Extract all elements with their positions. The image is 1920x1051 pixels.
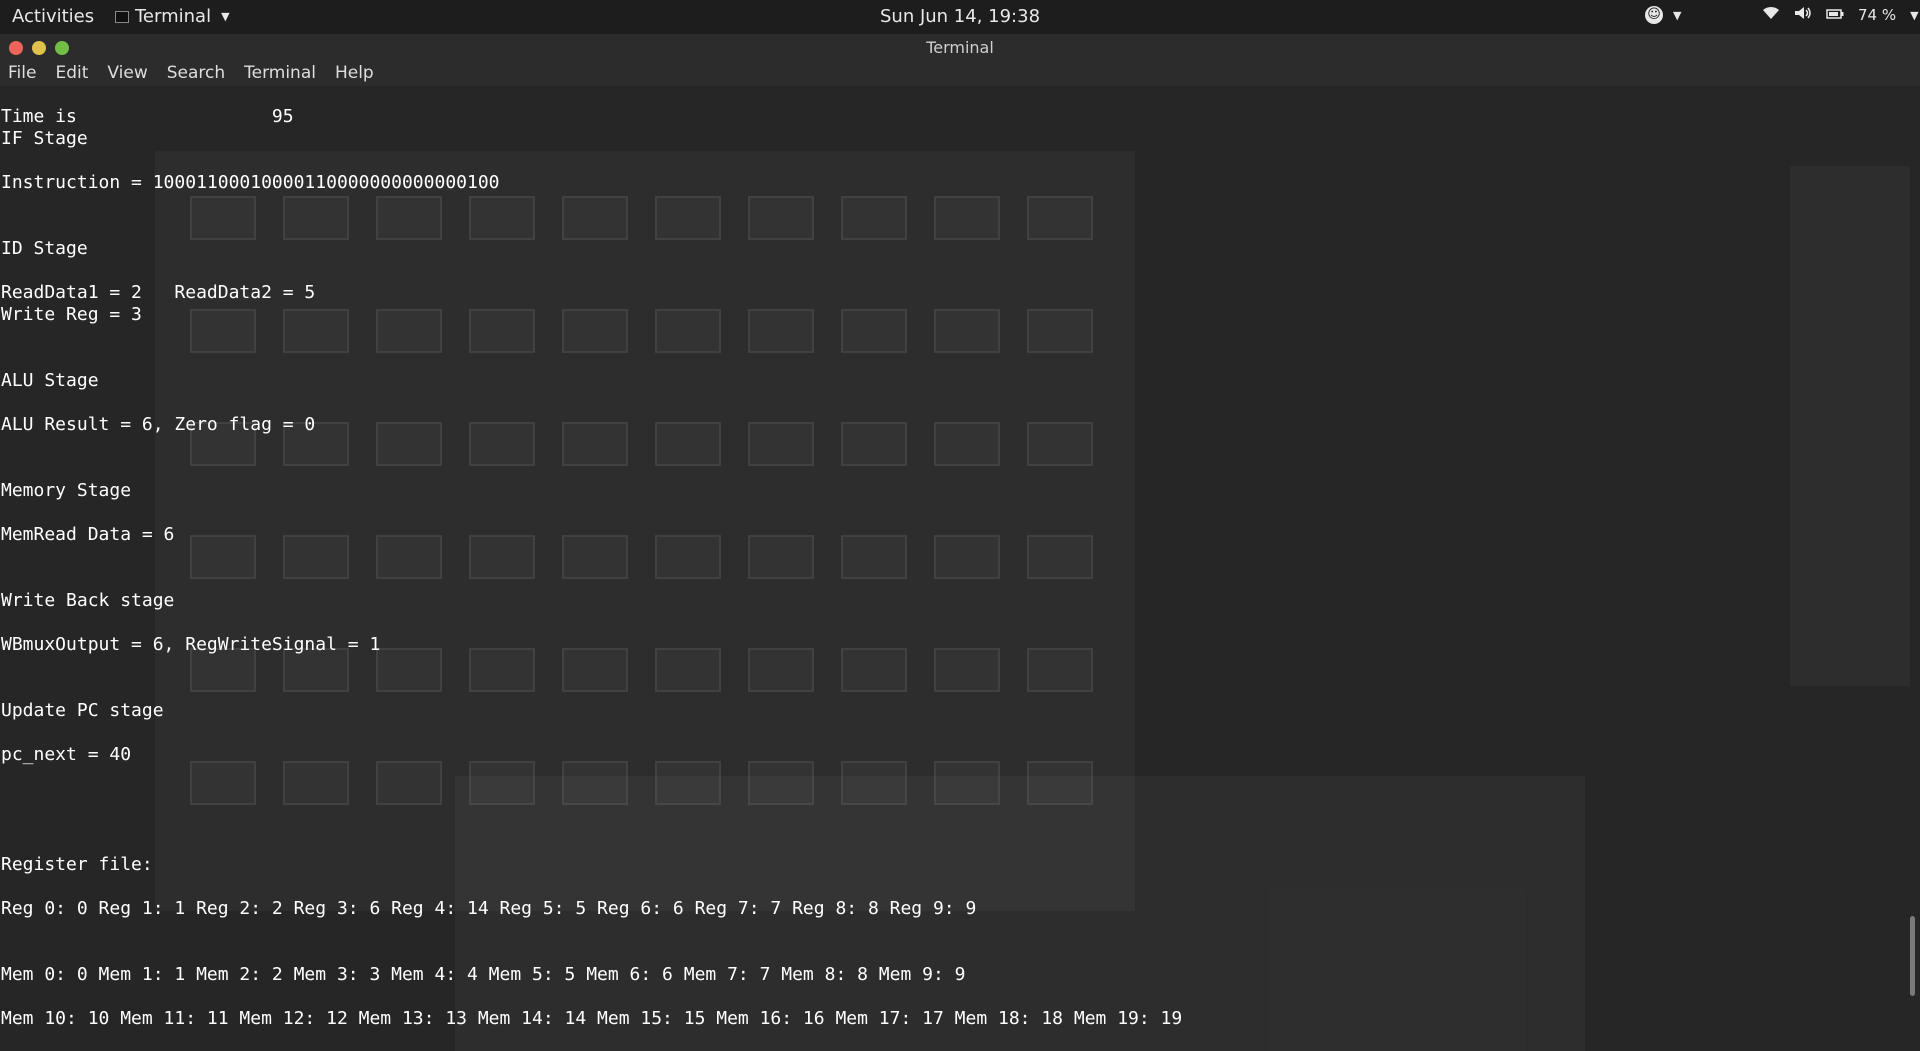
terminal-output: Time is 95 IF Stage Instruction = 1000110… (1, 106, 1182, 1030)
terminal-line: Register file: (1, 854, 153, 875)
terminal-scrollbar[interactable] (1910, 916, 1915, 996)
app-menu-label: Terminal (135, 6, 212, 27)
clock-button[interactable]: Sun Jun 14, 19:38 (880, 6, 1040, 27)
chevron-down-icon: ▼ (221, 10, 230, 23)
terminal-line: ID Stage (1, 238, 88, 259)
close-window-button[interactable] (9, 41, 23, 55)
accessibility-icon: ☺ (1645, 6, 1663, 24)
volume-icon (1794, 6, 1812, 24)
menu-edit[interactable]: Edit (55, 62, 88, 86)
terminal-line: Reg 0: 0 Reg 1: 1 Reg 2: 2 Reg 3: 6 Reg … (1, 898, 977, 919)
terminal-line: pc_next = 40 (1, 744, 132, 765)
gnome-top-bar: Activities Terminal ▼ Sun Jun 14, 19:38 … (0, 0, 1920, 34)
terminal-line: ReadData1 = 2 ReadData2 = 5 (1, 282, 316, 303)
terminal-line: Instruction = 10001100010000110000000000… (1, 172, 500, 193)
window-title: Terminal (926, 38, 994, 57)
terminal-line: ALU Stage (1, 370, 99, 391)
terminal-line: Mem 10: 10 Mem 11: 11 Mem 12: 12 Mem 13:… (1, 1008, 1183, 1029)
menu-terminal[interactable]: Terminal (244, 62, 316, 86)
accessibility-menu[interactable]: ☺ ▼ (1645, 6, 1681, 24)
terminal-line: Memory Stage (1, 480, 132, 501)
terminal-viewport[interactable]: Time is 95 IF Stage Instruction = 1000110… (0, 86, 1920, 1051)
menu-search[interactable]: Search (167, 62, 225, 86)
menu-view[interactable]: View (107, 62, 147, 86)
terminal-line: ALU Result = 6, Zero flag = 0 (1, 414, 316, 435)
window-titlebar[interactable]: Terminal (0, 34, 1920, 62)
activities-button[interactable]: Activities (12, 6, 94, 27)
menu-help[interactable]: Help (335, 62, 374, 86)
terminal-line: WBmuxOutput = 6, RegWriteSignal = 1 (1, 634, 381, 655)
clock-container: Sun Jun 14, 19:38 (0, 6, 1920, 27)
terminal-line: Mem 0: 0 Mem 1: 1 Mem 2: 2 Mem 3: 3 Mem … (1, 964, 966, 985)
wifi-icon (1762, 6, 1780, 24)
menu-bar: File Edit View Search Terminal Help (0, 62, 1920, 86)
app-menu-button[interactable]: Terminal ▼ (115, 6, 230, 27)
maximize-window-button[interactable] (55, 41, 69, 55)
terminal-line: Write Back stage (1, 590, 175, 611)
battery-icon (1826, 6, 1844, 24)
chevron-down-icon: ▼ (1673, 8, 1682, 22)
terminal-line: Update PC stage (1, 700, 164, 721)
terminal-app-icon (115, 10, 129, 23)
menu-file[interactable]: File (8, 62, 36, 86)
background-window-ghost (1790, 166, 1910, 686)
terminal-line: MemRead Data = 6 (1, 524, 175, 545)
terminal-line: Write Reg = 3 (1, 304, 142, 325)
terminal-line: Time is 95 (1, 106, 294, 127)
terminal-line: IF Stage (1, 128, 88, 149)
chevron-down-icon: ▼ (1910, 8, 1919, 22)
system-tray[interactable]: 74 % ▼ (1762, 6, 1919, 24)
battery-percentage: 74 % (1858, 6, 1897, 24)
minimize-window-button[interactable] (32, 41, 46, 55)
